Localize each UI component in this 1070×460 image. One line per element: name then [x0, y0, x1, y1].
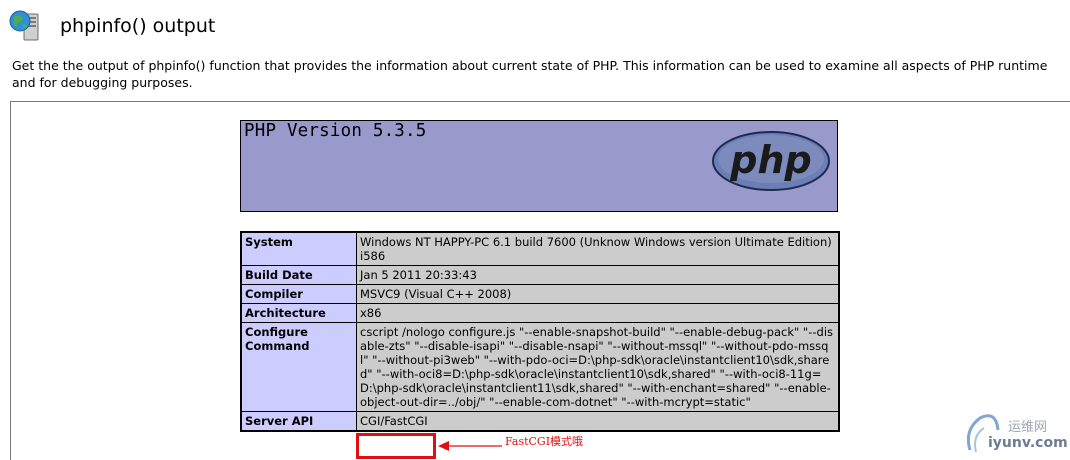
- page-description: Get the the output of phpinfo() function…: [12, 58, 1048, 90]
- row-label: Compiler: [242, 285, 356, 303]
- row-value: MSVC9 (Visual C++ 2008): [357, 285, 838, 303]
- annotation-text: FastCGI模式哦: [505, 435, 584, 448]
- row-value: cscript /nologo configure.js "--enable-s…: [357, 323, 838, 411]
- row-value: Windows NT HAPPY-PC 6.1 build 7600 (Unkn…: [357, 233, 838, 265]
- table-row: Server API CGI/FastCGI: [242, 412, 838, 430]
- watermark-line1: 运维网: [1008, 420, 1048, 435]
- row-label: Build Date: [242, 266, 356, 284]
- php-version-header: PHP Version 5.3.5 php: [240, 120, 838, 212]
- php-logo: php: [712, 131, 830, 191]
- row-label: System: [242, 233, 356, 265]
- row-label: Configure Command: [242, 323, 356, 411]
- page-title: phpinfo() output: [60, 15, 216, 37]
- row-label: Server API: [242, 412, 356, 430]
- table-row: Build Date Jan 5 2011 20:33:43: [242, 266, 838, 284]
- php-info-table: System Windows NT HAPPY-PC 6.1 build 760…: [240, 231, 840, 432]
- row-value: x86: [357, 304, 838, 322]
- table-row: Configure Command cscript /nologo config…: [242, 323, 838, 411]
- row-value: CGI/FastCGI: [357, 412, 838, 430]
- row-value: Jan 5 2011 20:33:43: [357, 266, 838, 284]
- server-api-highlight-box: [356, 433, 436, 459]
- annotation-arrow-icon: [438, 441, 502, 451]
- php-logo-text: php: [729, 138, 811, 182]
- table-row: Architecture x86: [242, 304, 838, 322]
- page-header: phpinfo() output: [8, 8, 215, 44]
- table-row: Compiler MSVC9 (Visual C++ 2008): [242, 285, 838, 303]
- globe-server-icon: [8, 8, 44, 44]
- row-label: Architecture: [242, 304, 356, 322]
- table-row: System Windows NT HAPPY-PC 6.1 build 760…: [242, 233, 838, 265]
- php-version-title: PHP Version 5.3.5: [244, 121, 427, 141]
- watermark-line2: iyunv.com: [988, 435, 1068, 451]
- watermark: 运维网 iyunv.com: [962, 410, 1070, 460]
